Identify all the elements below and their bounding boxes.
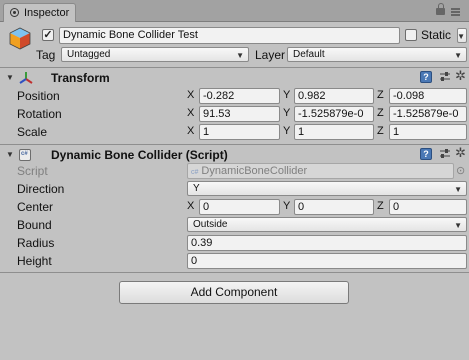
center-x-input[interactable]: 0	[199, 199, 280, 215]
scale-z-input[interactable]: 1	[389, 124, 467, 140]
position-z-input[interactable]: -0.098	[389, 88, 467, 104]
script-field: c# DynamicBoneCollider	[187, 163, 454, 179]
center-label: Center	[17, 200, 54, 214]
tab-label: Inspector	[24, 7, 70, 19]
active-checkbox[interactable]: ✓	[42, 29, 54, 41]
scale-y-input[interactable]: 1	[294, 124, 374, 140]
script-label: Script	[17, 164, 48, 178]
checkmark-icon: ✓	[43, 29, 53, 41]
static-checkbox[interactable]	[405, 29, 417, 41]
layer-label: Layer	[255, 48, 286, 62]
axis-z-label[interactable]: Z	[377, 107, 384, 119]
scale-label: Scale	[17, 125, 48, 139]
axis-z-label[interactable]: Z	[377, 89, 384, 101]
rotation-label: Rotation	[17, 107, 62, 121]
radius-input[interactable]: 0.39	[187, 235, 467, 251]
chevron-down-icon: ▼	[454, 185, 462, 194]
scale-x-input[interactable]: 1	[199, 124, 280, 140]
preset-sliders-icon[interactable]	[439, 148, 451, 160]
lock-icon[interactable]	[436, 3, 445, 15]
bound-value: Outside	[193, 219, 228, 230]
collider-header[interactable]: ▼ c# Dynamic Bone Collider (Script) ? ✲	[0, 145, 469, 164]
axis-z-label[interactable]: Z	[377, 125, 384, 137]
direction-label: Direction	[17, 182, 65, 196]
position-x-input[interactable]: -0.282	[199, 88, 280, 104]
axis-y-label[interactable]: Y	[283, 107, 290, 119]
rotation-y-input[interactable]: -1.525879e-0	[294, 106, 374, 122]
gameobject-cube-icon	[8, 26, 32, 50]
transform-header[interactable]: ▼ Transform ? ✲	[0, 68, 469, 87]
help-book-icon[interactable]: ?	[420, 148, 432, 160]
transform-axes-icon	[19, 71, 33, 85]
height-input[interactable]: 0	[187, 253, 467, 269]
add-component-button[interactable]: Add Component	[119, 281, 349, 304]
rotation-z-input[interactable]: -1.525879e-0	[389, 106, 467, 122]
collider-title: Dynamic Bone Collider (Script)	[51, 148, 228, 162]
chevron-down-icon: ▼	[236, 51, 244, 60]
center-z-input[interactable]: 0	[389, 199, 467, 215]
radius-label: Radius	[17, 236, 55, 250]
axis-z-label[interactable]: Z	[377, 200, 384, 212]
axis-x-label[interactable]: X	[187, 200, 194, 212]
static-dropdown[interactable]: ▼	[457, 28, 467, 43]
transform-title: Transform	[51, 71, 110, 85]
rotation-x-input[interactable]: 91.53	[199, 106, 280, 122]
direction-value: Y	[193, 183, 200, 194]
position-label: Position	[17, 89, 60, 103]
tag-label: Tag	[36, 48, 56, 62]
tab-inspector[interactable]: Inspector	[3, 3, 76, 22]
position-y-input[interactable]: 0.982	[294, 88, 374, 104]
bound-dropdown[interactable]: Outside ▼	[187, 217, 467, 232]
height-label: Height	[17, 254, 52, 268]
tab-bar: Inspector	[0, 0, 469, 22]
object-name-input[interactable]: Dynamic Bone Collider Test	[59, 27, 400, 44]
foldout-icon[interactable]: ▼	[6, 73, 14, 82]
script-file-icon: c#	[19, 149, 31, 161]
gear-icon[interactable]: ✲	[455, 69, 466, 82]
divider	[0, 272, 469, 273]
axis-y-label[interactable]: Y	[283, 200, 290, 212]
axis-y-label[interactable]: Y	[283, 89, 290, 101]
static-label: Static	[421, 28, 452, 42]
gear-icon[interactable]: ✲	[455, 146, 466, 159]
preset-sliders-icon[interactable]	[439, 71, 451, 83]
center-y-input[interactable]: 0	[294, 199, 374, 215]
chevron-down-icon: ▼	[454, 221, 462, 230]
bound-label: Bound	[17, 218, 52, 232]
script-value: DynamicBoneCollider	[201, 165, 308, 177]
object-picker-icon[interactable]: ⊙	[456, 164, 465, 177]
axis-x-label[interactable]: X	[187, 107, 194, 119]
layer-value: Default	[293, 49, 325, 60]
help-book-icon[interactable]: ?	[420, 71, 432, 83]
tag-dropdown[interactable]: Untagged ▼	[61, 47, 249, 62]
chevron-down-icon: ▼	[454, 51, 462, 60]
layer-dropdown[interactable]: Default ▼	[287, 47, 467, 62]
axis-x-label[interactable]: X	[187, 89, 194, 101]
foldout-icon[interactable]: ▼	[6, 150, 14, 159]
tag-value: Untagged	[67, 49, 111, 60]
axis-y-label[interactable]: Y	[283, 125, 290, 137]
inspector-eye-icon	[10, 8, 19, 17]
axis-x-label[interactable]: X	[187, 125, 194, 137]
menu-icon[interactable]	[451, 7, 460, 16]
script-file-icon: c#	[191, 169, 199, 176]
direction-dropdown[interactable]: Y ▼	[187, 181, 467, 196]
